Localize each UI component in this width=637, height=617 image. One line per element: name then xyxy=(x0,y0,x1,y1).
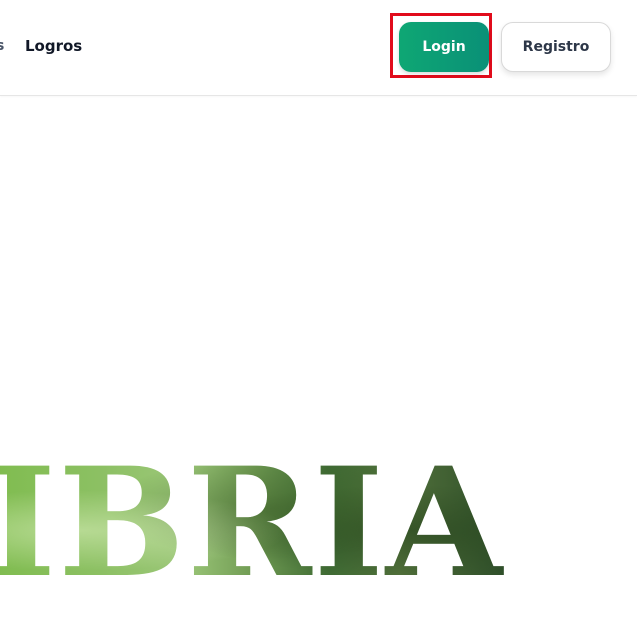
login-button[interactable]: Login xyxy=(399,22,489,72)
page: s Logros Login Registro IBRIA xyxy=(0,0,637,617)
nav-item-logros[interactable]: Logros xyxy=(25,37,82,55)
hero-title: IBRIA xyxy=(0,448,505,598)
register-button[interactable]: Registro xyxy=(501,22,611,72)
top-navbar: s Logros Login Registro xyxy=(0,0,637,96)
nav-item-cut[interactable]: s xyxy=(0,38,4,54)
